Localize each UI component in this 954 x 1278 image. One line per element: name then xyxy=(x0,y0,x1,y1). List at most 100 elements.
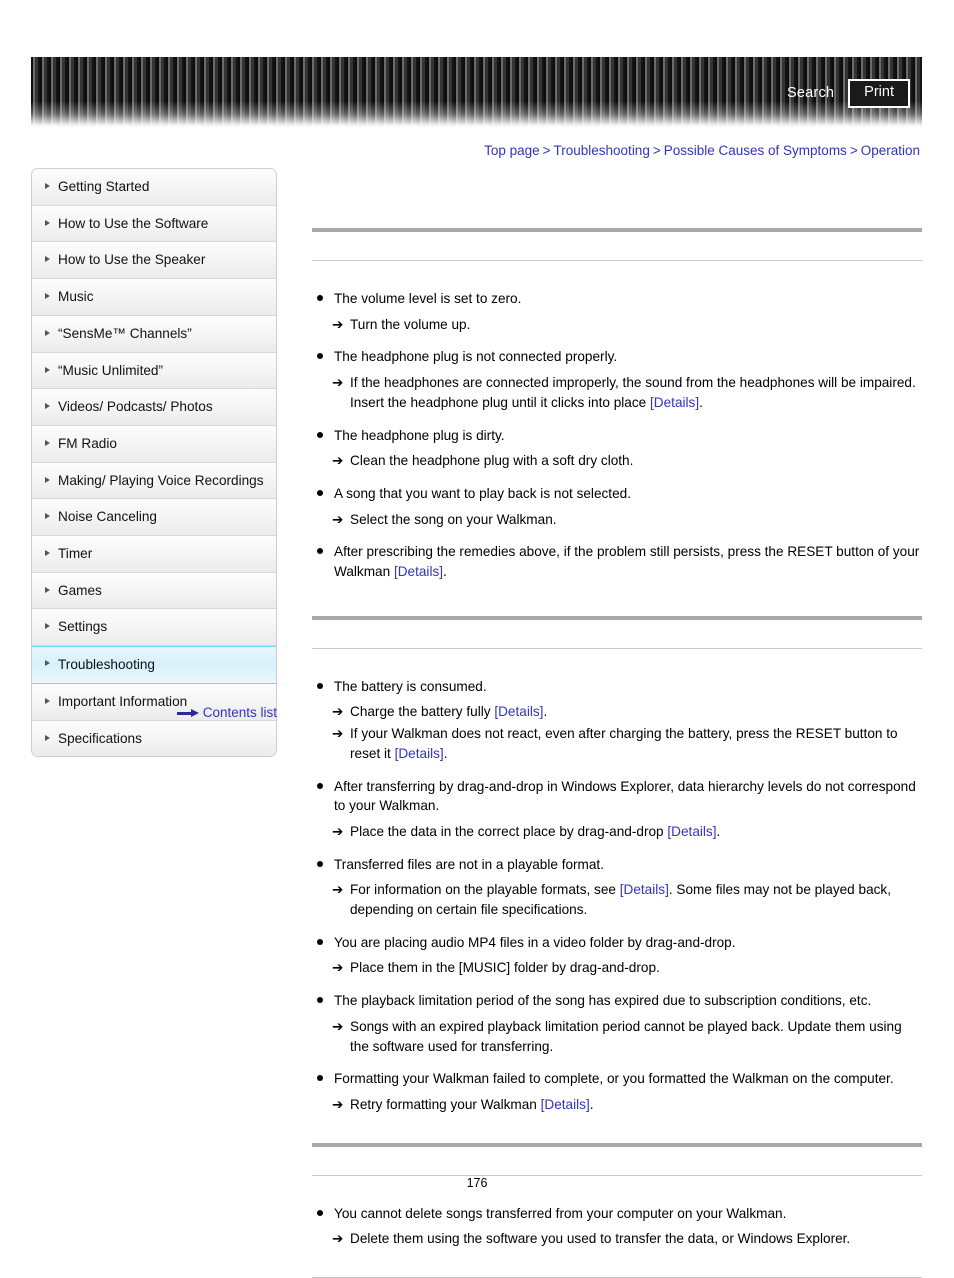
section-heading xyxy=(312,232,922,260)
bullet-icon xyxy=(317,938,323,945)
arrow-right-icon: ➔ xyxy=(332,1018,344,1034)
cause-item: The headphone plug is not connected prop… xyxy=(312,347,922,367)
sidebar-item-noise-canceling[interactable]: Noise Canceling xyxy=(32,499,276,537)
triangle-right-icon xyxy=(45,366,50,373)
cause-group: After transferring by drag-and-drop in W… xyxy=(312,777,922,842)
details-link[interactable]: [Details] xyxy=(394,564,443,579)
cause-group: The volume level is set to zero. ➔ Turn th… xyxy=(312,289,922,334)
cause-group: Formatting your Walkman failed to comple… xyxy=(312,1069,922,1114)
triangle-right-icon xyxy=(45,660,50,667)
sidebar-item-how-to-use-the-software[interactable]: How to Use the Software xyxy=(32,205,276,243)
details-link[interactable]: [Details] xyxy=(395,746,444,761)
cause-group: The headphone plug is dirty. ➔ Clean the h… xyxy=(312,426,922,471)
sidebar-item-label: Getting Started xyxy=(58,179,150,194)
breadcrumb-item[interactable]: Top page xyxy=(484,143,540,158)
remedy-item: ➔ For information on the playable formats… xyxy=(332,882,892,918)
sidebar-item-settings[interactable]: Settings xyxy=(32,609,276,647)
arrow-right-icon: ➔ xyxy=(332,960,344,976)
sidebar-item-label: Timer xyxy=(58,546,93,562)
cause-group: You cannot delete songs transferred from… xyxy=(312,1204,922,1249)
remedy-item: ➔ Delete them using the software you used… xyxy=(312,1229,922,1249)
sidebar-item-label: Troubleshooting xyxy=(58,657,155,673)
sidebar-item-label: How to Use the Software xyxy=(58,215,209,231)
triangle-right-icon xyxy=(45,476,50,483)
remedy-item: ➔ Place the data in the correct place by … xyxy=(312,822,922,842)
breadcrumb-item[interactable]: Possible Causes of Symptoms xyxy=(664,143,847,158)
bullet-icon xyxy=(317,682,323,689)
triangle-right-icon xyxy=(45,329,50,336)
sidebar-item-troubleshooting[interactable]: Troubleshooting xyxy=(32,646,276,684)
details-link[interactable]: [Details] xyxy=(667,824,716,839)
cause-item: The headphone plug is dirty. xyxy=(312,426,922,446)
bullet-icon xyxy=(317,489,323,496)
cause-item: The volume level is set to zero. xyxy=(312,289,922,309)
arrow-right-icon: ➔ xyxy=(332,704,344,720)
triangle-right-icon xyxy=(45,256,50,263)
arrow-right-icon: ➔ xyxy=(332,882,344,898)
sidebar-item-fm-radio[interactable]: FM Radio xyxy=(32,425,276,463)
sidebar-item-getting-started[interactable]: Getting Started xyxy=(32,169,276,206)
breadcrumb-separator: > xyxy=(652,143,661,158)
cause-group: You are placing audio MP4 files in a vid… xyxy=(312,933,922,978)
details-link[interactable]: [Details] xyxy=(541,1097,590,1112)
bullet-icon xyxy=(317,1209,323,1216)
sidebar-item-sensme-channels[interactable]: “SensMe™ Channels” xyxy=(32,315,276,353)
remedy-item: ➔ Turn the volume up. xyxy=(312,315,922,335)
arrow-right-icon xyxy=(176,709,199,718)
sidebar-item-music[interactable]: Music xyxy=(32,279,276,316)
breadcrumb: Top page > Troubleshooting > Possible Causes… xyxy=(484,143,920,158)
sidebar-item-games[interactable]: Games xyxy=(32,572,276,610)
triangle-right-icon xyxy=(45,293,50,300)
triangle-right-icon xyxy=(45,697,50,704)
cause-item: The playback limitation period of the so… xyxy=(312,991,922,1011)
header-banner: Search Print xyxy=(31,57,922,128)
cause-group: A song that you want to play back is not… xyxy=(312,484,922,529)
bullet-icon xyxy=(317,295,323,301)
breadcrumb-item[interactable]: Operation xyxy=(861,143,920,158)
sidebar-item-label: Noise Canceling xyxy=(58,509,157,525)
sidebar-item-timer[interactable]: Timer xyxy=(32,536,276,573)
section-heading xyxy=(312,620,922,648)
bullet-icon xyxy=(317,548,323,555)
sidebar-item-making-playing-voice-recordings[interactable]: Making/ Playing Voice Recordings xyxy=(32,462,276,500)
contents-list-link[interactable]: Contents list xyxy=(31,705,277,720)
cause-item: A song that you want to play back is not… xyxy=(312,484,922,504)
details-link[interactable]: [Details] xyxy=(620,882,669,897)
bullet-icon xyxy=(317,353,323,360)
print-button[interactable]: Print xyxy=(848,79,910,108)
cause-item: Formatting your Walkman failed to comple… xyxy=(312,1069,922,1089)
remedy-item: ➔ If the headphones are connected imprope… xyxy=(332,375,916,410)
triangle-right-icon xyxy=(45,623,50,630)
sidebar-item-videos-podcasts-photos[interactable]: Videos/ Podcasts/ Photos xyxy=(32,389,276,426)
arrow-right-icon: ➔ xyxy=(332,726,344,742)
section-body: You cannot delete songs transferred from… xyxy=(312,1176,922,1277)
sidebar-item-label: Settings xyxy=(58,619,108,635)
section-heading xyxy=(312,1147,922,1175)
sidebar-item-music-unlimited[interactable]: “Music Unlimited” xyxy=(32,352,276,390)
sidebar-item-label: Specifications xyxy=(58,730,142,746)
sidebar-item-label: Making/ Playing Voice Recordings xyxy=(58,472,264,488)
remedy-item: ➔ Retry formatting your Walkman [Details]… xyxy=(312,1095,922,1115)
triangle-right-icon xyxy=(45,550,50,557)
sidebar-item-label: FM Radio xyxy=(58,435,117,451)
cause-item: You cannot delete songs transferred from… xyxy=(312,1204,922,1224)
remedy-item: ➔ Place them in the [MUSIC] folder by dra… xyxy=(312,958,922,978)
details-link[interactable]: [Details] xyxy=(494,704,543,719)
cause-group: The playback limitation period of the so… xyxy=(312,991,922,1056)
cause-item: After prescribing the remedies above, if… xyxy=(312,542,922,581)
arrow-right-icon: ➔ xyxy=(332,316,344,332)
bullet-icon xyxy=(317,997,323,1004)
sidebar-item-specifications[interactable]: Specifications xyxy=(32,720,276,757)
arrow-right-icon: ➔ xyxy=(332,1096,344,1112)
section-body: The volume level is set to zero. ➔ Turn th… xyxy=(312,261,922,616)
search-link[interactable]: Search xyxy=(787,85,834,101)
arrow-right-icon: ➔ xyxy=(332,375,344,391)
sidebar-item-how-to-use-the-speaker[interactable]: How to Use the Speaker xyxy=(32,242,276,280)
cause-group: The headphone plug is not connected prop… xyxy=(312,347,922,412)
sidebar-nav: Getting Started How to Use the Software Ho… xyxy=(31,168,277,758)
breadcrumb-separator: > xyxy=(849,143,858,158)
sidebar-item-label: Games xyxy=(58,582,102,598)
sidebar-item-label: “Music Unlimited” xyxy=(58,362,163,378)
details-link[interactable]: [Details] xyxy=(650,395,699,410)
breadcrumb-item[interactable]: Troubleshooting xyxy=(554,143,650,158)
